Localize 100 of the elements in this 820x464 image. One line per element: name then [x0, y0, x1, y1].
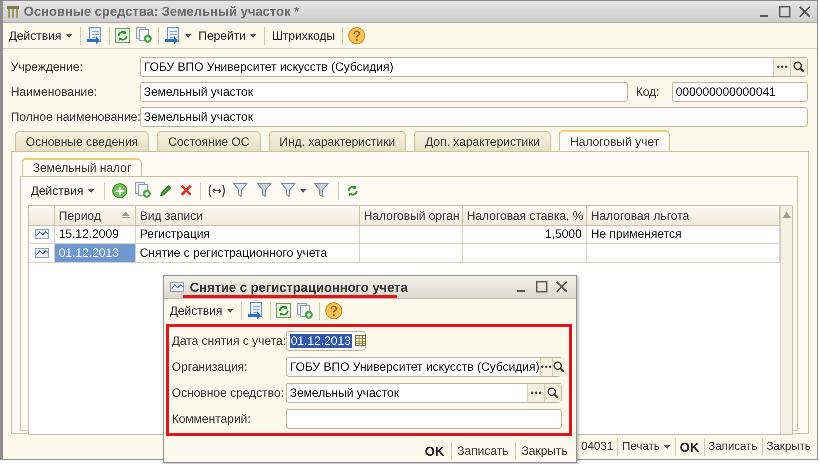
dialog-button[interactable]: Закрыть — [762, 439, 815, 455]
column-header[interactable]: Налоговая льгота — [587, 206, 780, 226]
barcodes-button[interactable]: Штрихкоды — [270, 26, 338, 44]
document-arrow-icon[interactable] — [164, 26, 182, 44]
print-menu[interactable]: Печать — [618, 439, 676, 455]
tab[interactable]: Доп. характеристики — [414, 131, 552, 151]
dialog-button[interactable]: Закрыть — [516, 442, 574, 460]
field-value: 000000000000041 — [676, 85, 778, 99]
refresh-icon[interactable] — [276, 303, 292, 319]
search-icon[interactable] — [547, 387, 559, 399]
help-icon[interactable] — [324, 302, 343, 320]
search-button[interactable] — [790, 58, 807, 76]
column-header[interactable]: Период — [55, 206, 136, 226]
filter-menu[interactable] — [280, 182, 307, 198]
ellipsis-icon[interactable] — [530, 391, 542, 395]
help-icon[interactable] — [348, 26, 366, 44]
close-icon[interactable] — [556, 281, 568, 293]
column-header[interactable]: Вид записи — [136, 206, 360, 226]
tab[interactable]: Инд. характеристики — [268, 131, 406, 151]
date-field[interactable]: 01.12.2013 — [286, 331, 366, 351]
field-label: Комментарий: — [172, 412, 252, 426]
sort-icon[interactable] — [121, 212, 131, 220]
choose-button[interactable] — [540, 358, 552, 376]
clear-filter-icon[interactable] — [314, 182, 331, 198]
column-header[interactable]: Налоговый орган — [360, 206, 463, 226]
search-button[interactable] — [552, 358, 565, 376]
search-button[interactable] — [544, 384, 561, 402]
ellipsis-icon[interactable] — [776, 65, 788, 69]
field-label: Учреждение: — [11, 60, 84, 74]
caret-icon — [250, 34, 258, 38]
document-copy-icon[interactable] — [134, 182, 152, 199]
caret-icon — [226, 309, 234, 313]
field-label: Основное средство: — [172, 386, 286, 400]
caret-icon — [184, 34, 192, 38]
field-label: Код: — [636, 85, 661, 99]
document-arrow-icon[interactable] — [246, 302, 265, 320]
record-icon — [170, 282, 184, 292]
table-cell: Не применяется — [587, 225, 780, 244]
scrollbar[interactable] — [780, 206, 792, 434]
table-cell: Регистрация — [136, 225, 360, 244]
window-title: Основные средства: Земельный участок * — [24, 4, 300, 19]
input-field[interactable] — [286, 409, 562, 429]
app-icon — [7, 6, 19, 18]
field-value: 01.12.2013 — [290, 334, 352, 348]
caret-icon — [300, 188, 307, 192]
field-value: Земельный участок — [144, 110, 254, 124]
calendar-icon[interactable] — [355, 335, 368, 347]
ellipsis-icon[interactable] — [540, 365, 552, 369]
tab[interactable]: Состояние ОС — [157, 131, 261, 151]
tab[interactable]: Земельный налог — [22, 158, 142, 176]
goto-menu[interactable]: Перейти — [196, 26, 260, 44]
dialog-title: Снятие с регистрационного учета — [190, 280, 410, 294]
filter-icon[interactable] — [280, 182, 298, 198]
actions-menu[interactable]: Действия — [29, 182, 97, 200]
field-value: Земельный участок — [290, 386, 400, 400]
tab[interactable]: Основные сведения — [15, 131, 150, 151]
caret-icon — [664, 445, 672, 449]
dialog-button[interactable]: Записать — [452, 442, 515, 460]
choose-button[interactable] — [527, 384, 544, 402]
input-field[interactable]: 000000000000041 — [672, 82, 808, 102]
reference-text: 04031 — [580, 440, 614, 455]
maximize-icon[interactable] — [779, 6, 791, 18]
input-field[interactable]: Земельный участок — [140, 107, 808, 127]
table-cell: 1,5000 — [463, 225, 587, 244]
select-field[interactable]: Земельный участок — [286, 383, 562, 403]
select-field[interactable]: ГОБУ ВПО Университет искусств (Субсидия) — [286, 357, 562, 377]
pencil-icon[interactable] — [158, 184, 173, 198]
dialog-button[interactable]: Записать — [704, 439, 762, 455]
search-icon[interactable] — [793, 61, 805, 73]
document-copy-icon[interactable] — [136, 27, 153, 44]
choose-button[interactable] — [773, 58, 790, 76]
dialog-button[interactable]: OK — [419, 442, 450, 460]
delete-icon[interactable] — [180, 184, 193, 197]
close-icon[interactable] — [799, 6, 811, 18]
select-field[interactable]: ГОБУ ВПО Университет искусств (Субсидия) — [140, 57, 808, 77]
dialog-button[interactable]: OK — [676, 438, 704, 456]
tab[interactable]: Налоговый учет — [559, 130, 670, 151]
filter-icon[interactable] — [256, 182, 274, 198]
refresh-icon[interactable] — [346, 184, 360, 198]
field-value: ГОБУ ВПО Университет искусств (Субсидия) — [290, 360, 540, 374]
caret-icon — [88, 188, 95, 192]
refresh-icon[interactable] — [114, 28, 131, 44]
field-value: ГОБУ ВПО Университет искусств (Субсидия) — [144, 60, 395, 74]
expand-columns-icon[interactable] — [208, 184, 226, 198]
column-header[interactable]: Налоговая ставка, % — [463, 206, 587, 226]
field-label: Наименование: — [11, 85, 99, 99]
actions-menu[interactable]: Действия — [168, 302, 236, 320]
actions-menu[interactable]: Действия — [7, 26, 75, 44]
filter-icon[interactable] — [232, 182, 250, 198]
field-value: Земельный участок — [144, 85, 254, 99]
field-label: Организация: — [172, 360, 249, 374]
document-copy-icon[interactable] — [296, 302, 314, 320]
table-cell: Снятие с регистрационного учета — [136, 244, 360, 263]
input-field[interactable]: Земельный участок — [140, 82, 628, 102]
document-arrow-menu[interactable] — [164, 26, 192, 44]
add-icon[interactable] — [112, 182, 128, 198]
search-icon[interactable] — [552, 361, 565, 373]
maximize-icon[interactable] — [536, 281, 548, 293]
caret-icon — [66, 34, 73, 38]
document-arrow-icon[interactable] — [86, 26, 104, 44]
